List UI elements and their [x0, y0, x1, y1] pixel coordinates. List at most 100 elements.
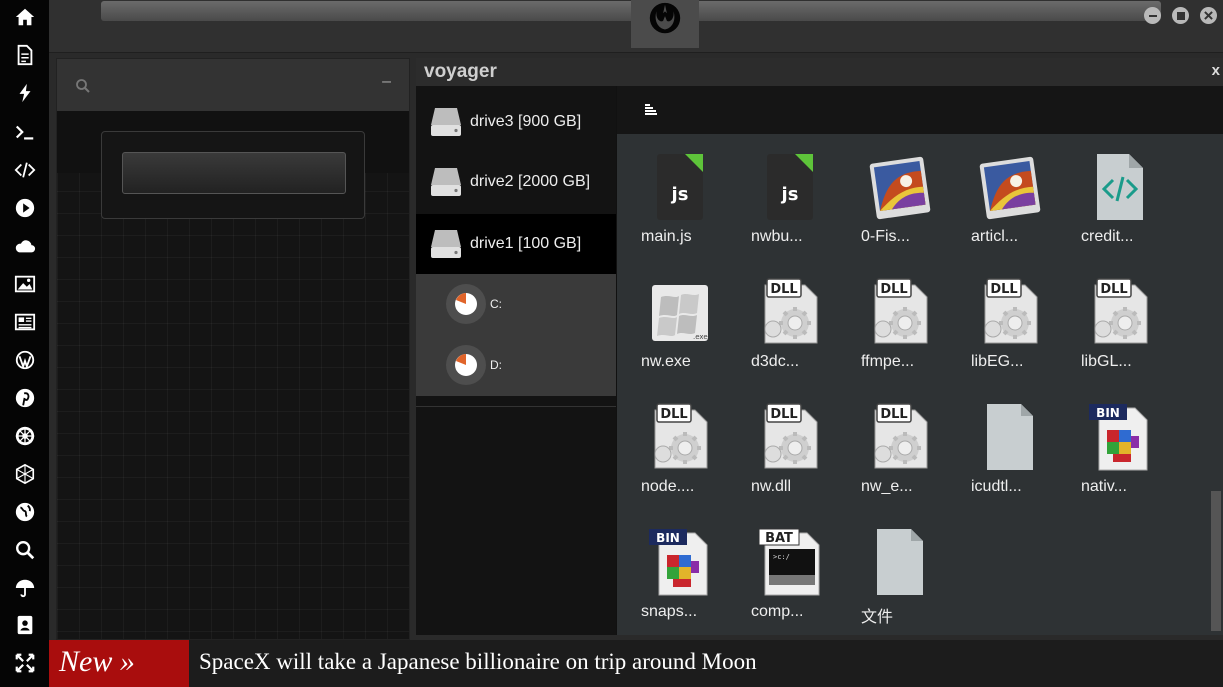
- hexagon-icon[interactable]: [12, 461, 38, 487]
- hard-drive-icon: [431, 168, 461, 196]
- partition-usage-icon: [446, 345, 486, 385]
- sort-icon[interactable]: [644, 103, 658, 117]
- partition-item-d[interactable]: D:: [416, 334, 616, 396]
- drive-list: drive3 [900 GB] drive2 [2000 GB] drive1 …: [416, 86, 616, 635]
- file-tile[interactable]: articl...: [961, 152, 1057, 272]
- app-launcher-sidebar: [0, 0, 49, 687]
- new-badge: New »: [49, 640, 189, 687]
- play-icon[interactable]: [12, 195, 38, 221]
- dll-file-icon: DLL: [649, 402, 711, 474]
- voyager-window: voyager x drive3 [900 GB] drive2 [2000 G…: [416, 58, 1223, 635]
- file-tile[interactable]: DLL node....: [631, 402, 727, 522]
- hard-drive-icon: [431, 108, 461, 136]
- umbrella-icon[interactable]: [12, 575, 38, 601]
- close-button[interactable]: [1200, 7, 1217, 24]
- new-badge-label: New »: [59, 645, 135, 678]
- file-name: nwbu...: [751, 228, 803, 245]
- wordpress-icon[interactable]: [12, 347, 38, 373]
- scrollbar-thumb[interactable]: [1211, 491, 1221, 631]
- file-tile[interactable]: BIN nativ...: [1071, 402, 1167, 522]
- contacts-icon[interactable]: [12, 612, 38, 638]
- window-close-button[interactable]: x: [1212, 62, 1220, 79]
- svg-text:DLL: DLL: [990, 282, 1017, 297]
- file-name: comp...: [751, 603, 804, 620]
- file-name: nw.exe: [641, 353, 691, 370]
- file-tile[interactable]: js nwbu...: [741, 152, 837, 272]
- file-tile[interactable]: icudtl...: [961, 402, 1057, 522]
- drive-item-drive3[interactable]: drive3 [900 GB]: [416, 92, 616, 152]
- bin-file-icon: BIN: [649, 527, 711, 599]
- svg-text:BAT: BAT: [765, 531, 793, 546]
- code-icon[interactable]: [12, 157, 38, 183]
- partition-usage-icon: [446, 284, 486, 324]
- search-icon[interactable]: [75, 78, 91, 94]
- partition-item-c[interactable]: C:: [416, 274, 616, 334]
- search-icon[interactable]: [12, 537, 38, 563]
- file-tile[interactable]: DLL nw_e...: [851, 402, 947, 522]
- file-tile[interactable]: DLL d3dc...: [741, 277, 837, 397]
- image-icon[interactable]: [12, 271, 38, 297]
- home-icon[interactable]: [12, 4, 38, 30]
- news-ticker: New » SpaceX will take a Japanese billio…: [49, 640, 1223, 687]
- image-file-icon: [979, 152, 1041, 224]
- file-tile[interactable]: js main.js: [631, 152, 727, 272]
- svg-text:DLL: DLL: [660, 407, 687, 422]
- partition-label: D:: [490, 358, 502, 372]
- file-name: credit...: [1081, 228, 1134, 245]
- search-panel-header: –: [57, 59, 409, 111]
- dll-file-icon: DLL: [869, 277, 931, 349]
- minimize-button[interactable]: [1144, 7, 1161, 24]
- dll-file-icon: DLL: [869, 402, 931, 474]
- news-headline[interactable]: SpaceX will take a Japanese billionaire …: [199, 649, 757, 675]
- file-tile[interactable]: .exe nw.exe: [631, 277, 727, 397]
- window-titlebar: voyager x: [416, 58, 1223, 86]
- svg-text:DLL: DLL: [770, 407, 797, 422]
- bin-file-icon: BIN: [1089, 402, 1151, 474]
- file-tile[interactable]: BIN snaps...: [631, 527, 727, 647]
- file-tile[interactable]: DLL libEG...: [961, 277, 1057, 397]
- search-input[interactable]: [122, 152, 346, 194]
- file-tile[interactable]: DLL libGL...: [1071, 277, 1167, 397]
- top-bar: [49, 0, 1223, 53]
- file-tile[interactable]: BAT >c:/ comp...: [741, 527, 837, 647]
- search-box: [101, 131, 365, 219]
- bolt-icon[interactable]: [12, 80, 38, 106]
- file-name: d3dc...: [751, 353, 800, 370]
- file-name: 文件: [861, 609, 894, 626]
- empire-icon[interactable]: [12, 423, 38, 449]
- globe-icon[interactable]: [12, 499, 38, 525]
- file-name: nativ...: [1081, 478, 1127, 495]
- file-name: nw.dll: [751, 478, 792, 495]
- dll-file-icon: DLL: [759, 402, 821, 474]
- dll-file-icon: DLL: [1089, 277, 1151, 349]
- pinterest-icon[interactable]: [12, 385, 38, 411]
- terminal-icon[interactable]: [12, 119, 38, 145]
- svg-text:DLL: DLL: [880, 282, 907, 297]
- file-name: ffmpe...: [861, 353, 915, 370]
- svg-text:js: js: [781, 184, 799, 205]
- search-panel: –: [56, 58, 410, 640]
- svg-text:BIN: BIN: [1096, 406, 1120, 420]
- file-name: articl...: [971, 228, 1019, 245]
- cloud-icon[interactable]: [12, 233, 38, 259]
- bat-file-icon: BAT >c:/: [758, 527, 821, 599]
- exe-file-icon: .exe: [649, 277, 711, 349]
- drive-item-drive1[interactable]: drive1 [100 GB]: [416, 214, 616, 274]
- file-tile[interactable]: 0-Fis...: [851, 152, 947, 272]
- rebel-alliance-logo-button[interactable]: [631, 0, 699, 48]
- maximize-button[interactable]: [1172, 7, 1189, 24]
- svg-text:>c:/: >c:/: [773, 553, 790, 561]
- panel-minimize-button[interactable]: –: [382, 73, 391, 91]
- file-tile[interactable]: DLL nw.dll: [741, 402, 837, 522]
- rebel-alliance-icon: [649, 2, 681, 34]
- blank-file-icon: [979, 402, 1041, 474]
- news-icon[interactable]: [12, 309, 38, 335]
- expand-icon[interactable]: [12, 650, 38, 676]
- drive-item-drive2[interactable]: drive2 [2000 GB]: [416, 152, 616, 212]
- file-tile[interactable]: 文件: [851, 527, 947, 647]
- file-tile[interactable]: credit...: [1071, 152, 1167, 272]
- document-icon[interactable]: [12, 42, 38, 68]
- close-icon: [1204, 11, 1213, 20]
- svg-text:DLL: DLL: [770, 282, 797, 297]
- file-tile[interactable]: DLL ffmpe...: [851, 277, 947, 397]
